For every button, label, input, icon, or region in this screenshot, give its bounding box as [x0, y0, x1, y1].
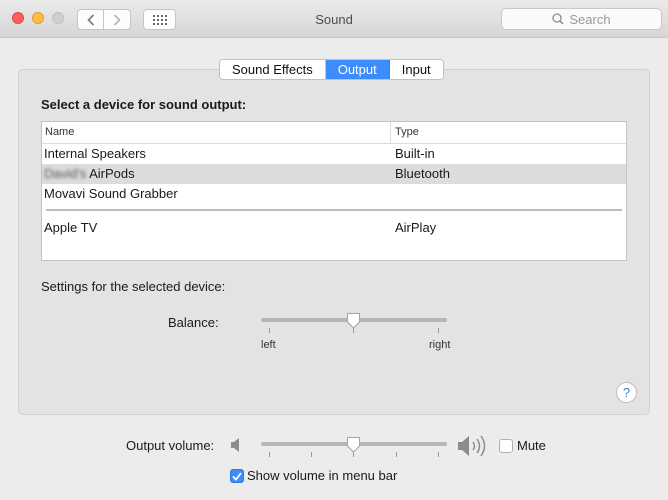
speaker-high-icon	[458, 435, 486, 457]
balance-left-label: left	[261, 339, 276, 351]
balance-right-label: right	[429, 339, 451, 351]
table-row-selected[interactable]: David's AirPods Bluetooth	[42, 164, 626, 184]
device-section-heading: Select a device for sound output:	[41, 97, 247, 112]
device-name: Apple TV	[44, 220, 98, 235]
balance-label: Balance:	[168, 315, 219, 330]
table-row[interactable]: Apple TV AirPlay	[42, 216, 626, 240]
group-separator	[42, 204, 626, 216]
output-device-table[interactable]: Name Type Internal Speakers Built-in Dav…	[41, 121, 627, 261]
table-row[interactable]: Internal Speakers Built-in	[42, 144, 626, 164]
mute-checkbox[interactable]	[499, 439, 513, 453]
blurred-owner-name: David's	[44, 166, 87, 181]
help-button[interactable]: ?	[616, 382, 637, 403]
volume-tick	[269, 452, 270, 457]
tab-sound-effects[interactable]: Sound Effects	[220, 60, 326, 79]
balance-slider-thumb[interactable]	[346, 312, 361, 329]
device-type: AirPlay	[395, 220, 437, 235]
separator-line	[46, 209, 622, 211]
output-volume-label: Output volume:	[126, 438, 215, 453]
column-divider	[390, 122, 391, 144]
show-volume-label[interactable]: Show volume in menu bar	[247, 468, 397, 483]
title-bar: Sound Search	[0, 0, 668, 38]
device-name: Internal Speakers	[44, 146, 146, 161]
show-volume-checkbox[interactable]	[230, 469, 244, 483]
settings-heading: Settings for the selected device:	[41, 279, 226, 294]
device-name-suffix: AirPods	[89, 166, 135, 181]
volume-tick	[438, 452, 439, 457]
tab-input[interactable]: Input	[389, 60, 443, 79]
column-header-type[interactable]: Type	[395, 126, 419, 138]
speaker-low-icon	[231, 438, 239, 452]
table-header: Name Type	[42, 122, 626, 144]
checkmark-icon	[232, 471, 242, 481]
output-volume-slider-thumb[interactable]	[346, 436, 361, 453]
tab-bar: Sound Effects Output Input	[219, 59, 444, 80]
tab-output[interactable]: Output	[325, 60, 390, 79]
balance-tick	[269, 328, 270, 333]
search-icon	[552, 13, 564, 25]
device-type: Bluetooth	[395, 166, 450, 181]
device-name: David's AirPods	[44, 166, 135, 181]
search-input[interactable]: Search	[501, 8, 662, 30]
column-header-name[interactable]: Name	[45, 126, 74, 138]
volume-tick	[396, 452, 397, 457]
balance-tick	[438, 328, 439, 333]
device-name: Movavi Sound Grabber	[44, 186, 178, 201]
search-placeholder: Search	[569, 11, 611, 27]
table-row[interactable]: Movavi Sound Grabber	[42, 184, 626, 204]
volume-tick	[311, 452, 312, 457]
device-type: Built-in	[395, 146, 435, 161]
mute-label[interactable]: Mute	[517, 438, 546, 453]
